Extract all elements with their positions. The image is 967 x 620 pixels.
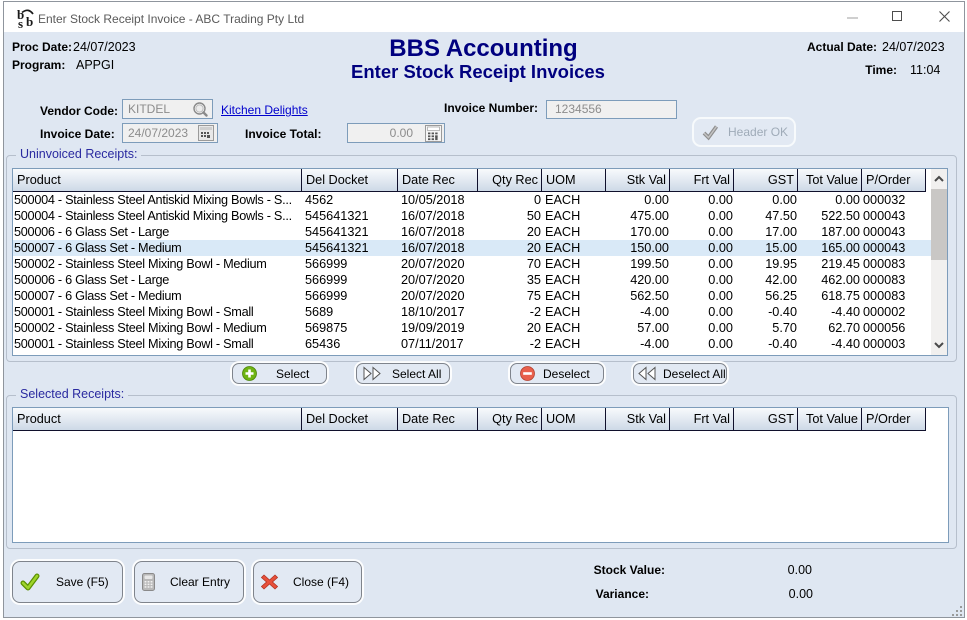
svg-text:b: b — [26, 14, 33, 29]
svg-text:s: s — [18, 16, 23, 29]
